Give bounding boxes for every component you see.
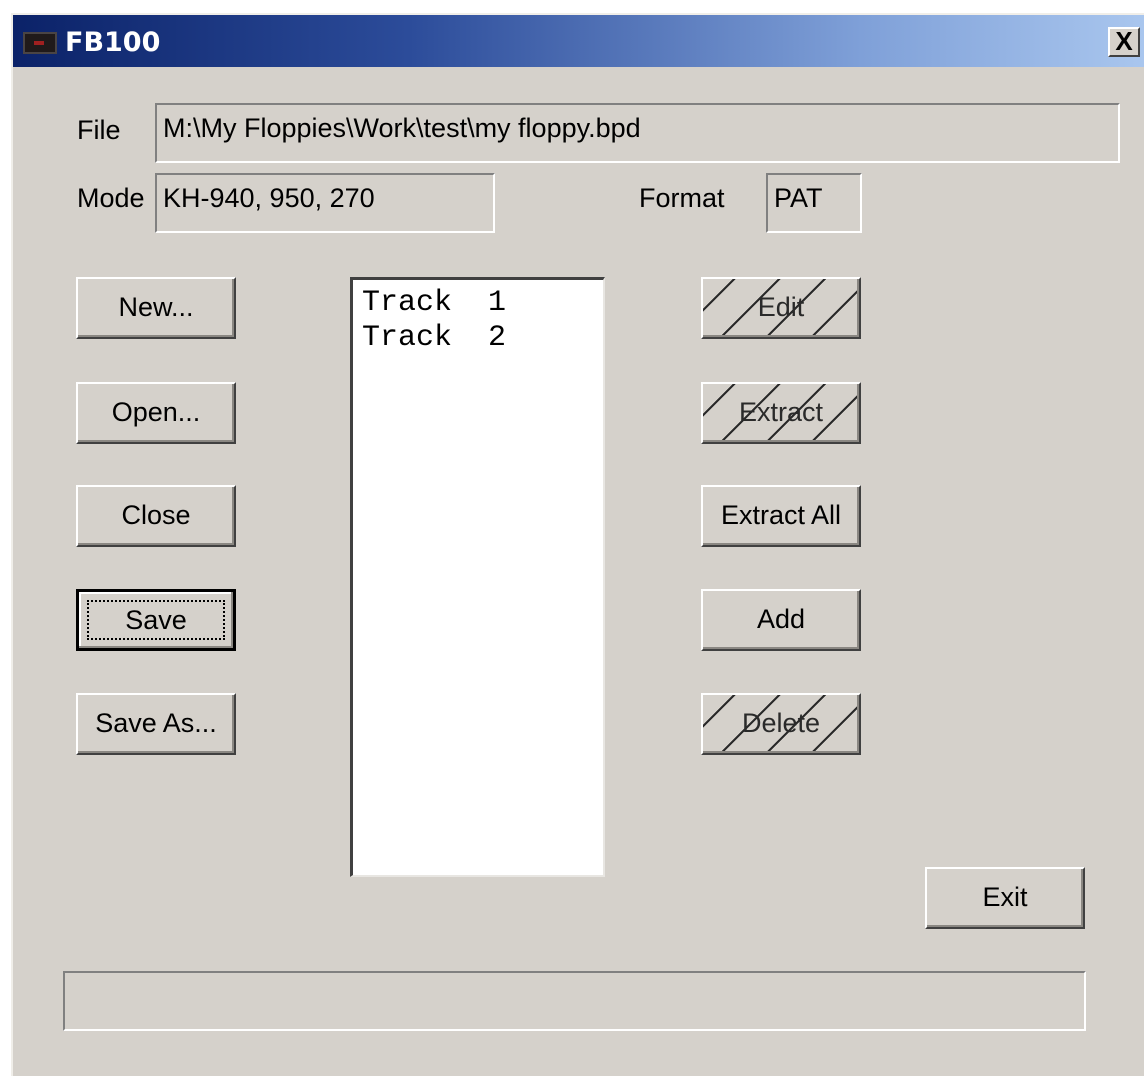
new-button[interactable]: New... bbox=[76, 277, 236, 339]
add-button[interactable]: Add bbox=[701, 589, 861, 651]
track-number: 1 bbox=[488, 286, 507, 320]
save-as-button[interactable]: Save As... bbox=[76, 693, 236, 755]
save-button[interactable]: Save bbox=[76, 589, 236, 651]
extract-button-label: Extract bbox=[738, 397, 824, 427]
window-title: FB100 bbox=[65, 27, 161, 58]
list-item[interactable]: Track 2 bbox=[353, 321, 603, 356]
edit-button-label: Edit bbox=[757, 292, 805, 322]
exit-button[interactable]: Exit bbox=[925, 867, 1085, 929]
track-number: 2 bbox=[488, 321, 507, 355]
close-file-button[interactable]: Close bbox=[76, 485, 236, 547]
mode-label: Mode bbox=[77, 183, 145, 213]
title-bar: FB100 X bbox=[13, 15, 1144, 67]
track-name: Track bbox=[362, 321, 453, 355]
format-label: Format bbox=[639, 183, 725, 213]
format-field: PAT bbox=[766, 173, 862, 233]
delete-button-label: Delete bbox=[741, 708, 821, 738]
edit-button: Edit bbox=[701, 277, 861, 339]
track-name: Track bbox=[362, 286, 453, 320]
save-button-label: Save bbox=[125, 605, 187, 635]
file-label: File bbox=[77, 115, 121, 145]
extract-all-button[interactable]: Extract All bbox=[701, 485, 861, 547]
extract-button: Extract bbox=[701, 382, 861, 444]
mode-field: KH-940, 950, 270 bbox=[155, 173, 495, 233]
delete-button: Delete bbox=[701, 693, 861, 755]
fb100-dialog: FB100 X File M:\My Floppies\Work\test\my… bbox=[11, 13, 1144, 1076]
open-button[interactable]: Open... bbox=[76, 382, 236, 444]
app-icon bbox=[23, 32, 57, 54]
file-path-field: M:\My Floppies\Work\test\my floppy.bpd bbox=[155, 103, 1120, 163]
track-list[interactable]: Track 1 Track 2 bbox=[350, 277, 605, 877]
status-bar bbox=[63, 971, 1086, 1031]
close-button[interactable]: X bbox=[1108, 27, 1140, 57]
list-item[interactable]: Track 1 bbox=[353, 280, 603, 321]
